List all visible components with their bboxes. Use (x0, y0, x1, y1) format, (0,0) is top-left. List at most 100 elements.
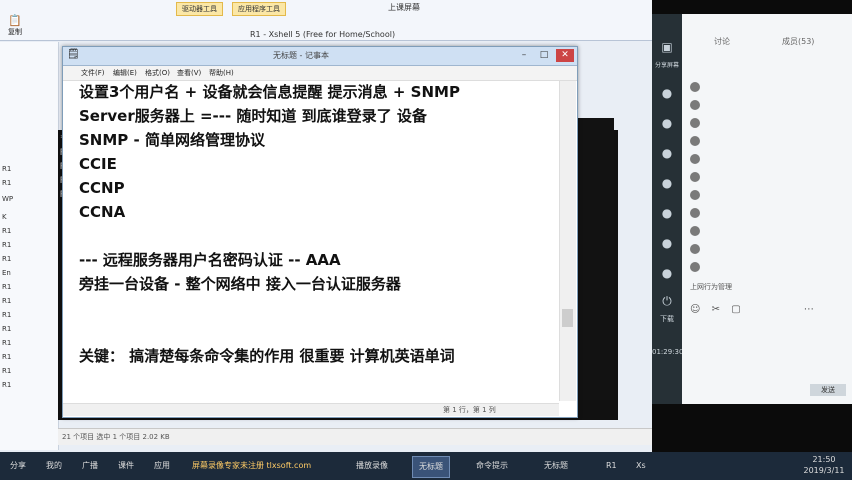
menu-help[interactable]: 帮助(H) (205, 66, 238, 80)
share-screen-icon[interactable]: ▣ (658, 40, 676, 58)
nav-item[interactable]: R1 (2, 350, 11, 364)
nav-item[interactable]: R1 (2, 322, 11, 336)
nav-item[interactable]: K (2, 210, 7, 224)
avatar (690, 118, 700, 128)
member-item[interactable] (690, 116, 704, 130)
member-item[interactable] (690, 260, 704, 274)
avatar (690, 190, 700, 200)
window-title: 上课屏幕 (388, 3, 420, 12)
horizontal-scrollbar[interactable]: 第 1 行，第 1 列 (63, 403, 559, 416)
nav-item[interactable]: En (2, 266, 11, 280)
nav-item[interactable]: R1 (2, 294, 11, 308)
member-icon[interactable]: ● (658, 206, 676, 224)
notepad-window[interactable]: 🗒 无标题 - 记事本 – □ ✕ 文件(F) 编辑(E) 格式(O) 查看(V… (62, 46, 578, 418)
member-icon[interactable]: ● (658, 236, 676, 254)
terminal-scroll-area (574, 118, 614, 400)
taskbar-item[interactable]: 广播 (76, 456, 104, 476)
taskbar-app-notepad[interactable]: 无标题 (412, 456, 450, 478)
recorder-watermark: 屏幕录像专家未注册 tlxsoft.com (192, 461, 312, 470)
chat-main: 讨论 成员(53) 上网行为管理 ☺ ✂ ▢ ⋯ 发送 (682, 14, 852, 404)
avatar (690, 244, 700, 254)
text-line: CCNA (79, 203, 126, 221)
share-screen-label: 分享屏幕 (654, 62, 679, 69)
taskbar-app[interactable]: 命令提示 (470, 456, 514, 476)
nav-item[interactable]: R1 (2, 364, 11, 378)
copy-label: 复制 (8, 28, 22, 36)
menu-edit[interactable]: 编辑(E) (109, 66, 141, 80)
menu-view[interactable]: 查看(V) (173, 66, 205, 80)
taskbar-item[interactable]: 分享 (4, 456, 32, 476)
scissors-icon[interactable]: ✂ (712, 304, 720, 315)
explorer-status-bar: 21 个项目 选中 1 个项目 2.02 KB (58, 428, 652, 445)
member-icon[interactable]: ● (658, 176, 676, 194)
menu-format[interactable]: 格式(O) (141, 66, 174, 80)
member-item[interactable] (690, 188, 704, 202)
member-item[interactable] (690, 224, 704, 238)
notepad-app-icon: 🗒 (67, 49, 80, 60)
avatar (690, 100, 700, 110)
member-icon[interactable]: ● (658, 146, 676, 164)
taskbar: 分享 我的 广播 课件 应用 屏幕录像专家未注册 tlxsoft.com 播放录… (0, 452, 852, 480)
avatar (690, 154, 700, 164)
navigation-pane: WP K R1 R1 R1 R1 R1 En R1 R1 R1 R1 R1 R1… (0, 42, 59, 450)
taskbar-item[interactable]: 我的 (40, 456, 68, 476)
member-item[interactable] (690, 80, 704, 94)
nav-item[interactable]: R1 (2, 224, 11, 238)
minimize-button[interactable]: – (515, 49, 533, 62)
notepad-titlebar[interactable]: 🗒 无标题 - 记事本 – □ ✕ (63, 47, 577, 66)
nav-item[interactable]: R1 (2, 378, 11, 392)
member-icon[interactable]: ● (658, 116, 676, 134)
taskbar-item[interactable]: 课件 (112, 456, 140, 476)
member-icon[interactable]: ● (658, 266, 676, 284)
taskbar-app[interactable]: R1 (600, 456, 623, 476)
member-item[interactable] (690, 134, 704, 148)
xshell-title: R1 - Xshell 5 (Free for Home/School) (250, 30, 396, 39)
nav-item[interactable]: R1 (2, 238, 11, 252)
taskbar-app[interactable]: 无标题 (538, 456, 574, 476)
system-clock[interactable]: 21:50 2019/3/11 (802, 454, 846, 476)
menu-file[interactable]: 文件(F) (77, 66, 109, 80)
mic-icon[interactable]: ● (658, 86, 676, 104)
image-icon[interactable]: ▢ (731, 304, 740, 315)
nav-item[interactable]: R1 (2, 162, 11, 176)
maximize-button[interactable]: □ (535, 49, 553, 62)
taskbar-app[interactable]: 播放录像 (350, 456, 394, 476)
tab-discussion[interactable]: 讨论 (714, 36, 730, 47)
taskbar-item[interactable]: 应用 (148, 456, 176, 476)
more-icon[interactable]: ⋯ (804, 304, 814, 315)
member-name: 上网行为管理 (690, 283, 732, 291)
member-item[interactable] (690, 206, 704, 220)
ribbon-tab-drive-tools[interactable]: 驱动器工具 (176, 2, 223, 16)
member-item[interactable] (690, 170, 704, 184)
text-line: --- 远程服务器用户名密码认证 -- AAA (79, 251, 341, 269)
scrollbar-thumb[interactable] (562, 309, 573, 327)
nav-item[interactable]: R1 (2, 308, 11, 322)
text-line: Server服务器上 =--- 随时知道 到底谁登录了 设备 (79, 107, 427, 125)
tab-members[interactable]: 成员(53) (782, 36, 814, 47)
nav-item[interactable]: R1 (2, 336, 11, 350)
member-item[interactable]: 上网行为管理 (690, 280, 732, 294)
send-button[interactable]: 发送 (810, 384, 846, 396)
avatar (690, 262, 700, 272)
vertical-scrollbar[interactable] (559, 81, 576, 401)
clipboard-icon: 📋 (8, 14, 22, 27)
copy-button[interactable]: 📋 复制 (2, 14, 28, 36)
download-label: 下载 (660, 315, 674, 323)
member-item[interactable] (690, 98, 704, 112)
notepad-menubar: 文件(F) 编辑(E) 格式(O) 查看(V) 帮助(H) (63, 66, 577, 81)
chat-sidebar: ▣ 分享屏幕 ● ● ● ● ● ● ● ⏻ 下载 01:29:30 (652, 14, 683, 404)
nav-item[interactable]: R1 (2, 176, 11, 190)
nav-item[interactable]: WP (2, 192, 13, 206)
nav-item[interactable]: R1 (2, 252, 11, 266)
download-icon[interactable]: ⏻ (658, 294, 676, 312)
ribbon-tab-app-tools[interactable]: 应用程序工具 (232, 2, 286, 16)
chat-toolbar: ☺ ✂ ▢ ⋯ (690, 304, 814, 315)
close-button[interactable]: ✕ (556, 49, 574, 62)
notepad-title: 无标题 - 记事本 (273, 51, 329, 60)
taskbar-app[interactable]: Xs (630, 456, 652, 476)
member-item[interactable] (690, 152, 704, 166)
clock-date: 2019/3/11 (803, 466, 845, 475)
nav-item[interactable]: R1 (2, 280, 11, 294)
gift-icon[interactable]: ☺ (690, 304, 700, 315)
member-item[interactable] (690, 242, 704, 256)
